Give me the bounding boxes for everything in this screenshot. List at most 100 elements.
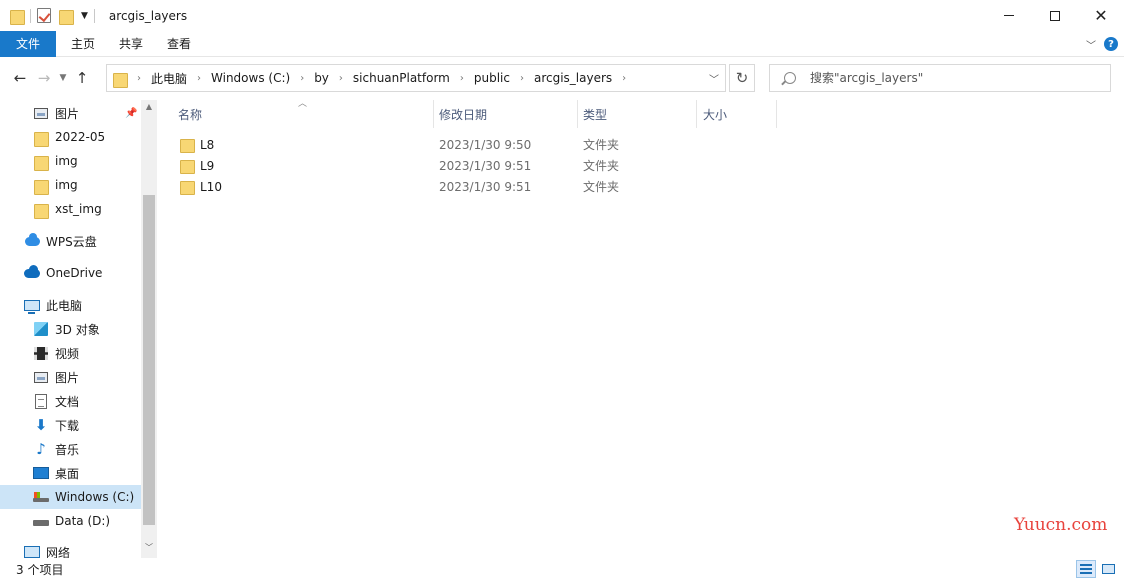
file-name-cell: L10: [180, 176, 222, 197]
sidebar-item-label: 图片: [55, 370, 80, 385]
3d-objects-icon: [33, 321, 49, 337]
view-switcher: [1076, 558, 1118, 580]
wps-cloud-icon: [24, 232, 40, 249]
table-row[interactable]: L9 2023/1/30 9:51 文件夹: [160, 155, 1124, 176]
forward-button[interactable]: →: [33, 66, 55, 90]
minimize-button[interactable]: [986, 0, 1032, 31]
column-header-name[interactable]: 名称: [178, 100, 202, 128]
chevron-right-icon[interactable]: ›: [520, 73, 524, 84]
large-icons-view-icon: [1101, 564, 1115, 574]
scroll-down-icon[interactable]: ﹀: [141, 542, 157, 556]
breadcrumb-item[interactable]: public: [474, 71, 510, 85]
sidebar-item-label: WPS云盘: [46, 234, 97, 249]
sort-ascending-icon: ︿: [298, 99, 308, 109]
desktop-icon: [33, 465, 49, 481]
sidebar-item-label: Data (D:): [55, 514, 111, 528]
large-icons-view-button[interactable]: [1098, 560, 1118, 578]
sidebar-item-videos[interactable]: 视频: [0, 341, 141, 365]
file-modified: 2023/1/30 9:50: [439, 137, 532, 152]
details-view-button[interactable]: [1076, 560, 1096, 578]
sidebar-item-data-d[interactable]: Data (D:): [0, 509, 141, 533]
tab-home[interactable]: 主页: [59, 31, 107, 57]
scroll-up-icon[interactable]: ▲: [141, 102, 157, 114]
expand-ribbon-icon[interactable]: ﹀: [1086, 37, 1096, 52]
breadcrumb-item[interactable]: arcgis_layers: [534, 71, 612, 85]
tab-file[interactable]: 文件: [0, 30, 56, 57]
folder-icon: [180, 180, 195, 195]
breadcrumb-item[interactable]: by: [314, 71, 329, 85]
quick-access-toolbar: ▼: [0, 0, 101, 31]
pin-icon: 📌: [125, 107, 138, 119]
sidebar-item-windows-c[interactable]: Windows (C:): [0, 485, 141, 509]
search-box[interactable]: [769, 64, 1111, 92]
sidebar-item-pictures[interactable]: 图片: [0, 365, 141, 389]
network-icon: [24, 544, 40, 558]
folder-icon: [180, 138, 195, 153]
column-header-size[interactable]: 大小: [703, 100, 727, 128]
back-button[interactable]: ←: [9, 66, 31, 90]
sidebar-item-downloads[interactable]: ⬇ 下载: [0, 413, 141, 437]
address-bar[interactable]: › 此电脑 › Windows (C:) › by › sichuanPlatf…: [106, 64, 726, 92]
sidebar-item-wps-cloud[interactable]: WPS云盘: [0, 229, 141, 253]
sidebar-item-music[interactable]: ♪ 音乐: [0, 437, 141, 461]
help-icon[interactable]: ?: [1104, 37, 1118, 51]
sidebar-item-label: 3D 对象: [55, 322, 100, 337]
table-row[interactable]: L8 2023/1/30 9:50 文件夹: [160, 134, 1124, 155]
column-divider[interactable]: [776, 100, 777, 128]
scrollbar-thumb[interactable]: [143, 195, 155, 525]
sidebar-item-img-2[interactable]: img: [0, 173, 141, 197]
column-header-modified[interactable]: 修改日期: [439, 100, 487, 128]
chevron-right-icon: ›: [137, 72, 141, 84]
column-divider[interactable]: [577, 100, 578, 128]
customize-toolbar-dropdown-icon[interactable]: ▼: [81, 11, 88, 21]
table-row[interactable]: L10 2023/1/30 9:51 文件夹: [160, 176, 1124, 197]
ribbon-controls: ﹀ ?: [1086, 31, 1118, 57]
sidebar-item-label: 下载: [55, 418, 80, 433]
sidebar-item-documents[interactable]: 文档: [0, 389, 141, 413]
tab-view[interactable]: 查看: [155, 31, 203, 57]
sidebar-item-label: img: [55, 178, 78, 192]
sidebar-item-network[interactable]: 网络: [0, 540, 141, 558]
address-history-dropdown-icon[interactable]: ﹀: [709, 71, 719, 86]
column-header-type[interactable]: 类型: [583, 100, 607, 128]
sidebar-item-xst-img[interactable]: xst_img: [0, 197, 141, 221]
column-divider[interactable]: [696, 100, 697, 128]
sidebar-item-label: xst_img: [55, 202, 102, 216]
sidebar-item-desktop[interactable]: 桌面: [0, 461, 141, 485]
window-title: arcgis_layers: [108, 8, 188, 23]
folder-icon: [10, 8, 25, 25]
music-icon: ♪: [36, 439, 46, 458]
title-bar: ▼ arcgis_layers ✕: [0, 0, 1124, 31]
recent-locations-button[interactable]: ▼: [55, 66, 71, 90]
new-folder-icon[interactable]: [59, 8, 74, 25]
chevron-right-icon[interactable]: ›: [300, 73, 304, 84]
chevron-right-icon[interactable]: ›: [197, 73, 201, 84]
sidebar-item-label: 图片: [55, 106, 80, 121]
breadcrumb-item[interactable]: Windows (C:): [211, 71, 290, 85]
videos-icon: [33, 345, 49, 361]
close-button[interactable]: ✕: [1078, 0, 1124, 31]
tab-share[interactable]: 共享: [107, 31, 155, 57]
chevron-right-icon[interactable]: ›: [622, 73, 626, 84]
sidebar-item-label: Windows (C:): [55, 490, 135, 504]
sidebar-item-img[interactable]: img: [0, 149, 141, 173]
up-button[interactable]: ↑: [71, 66, 93, 90]
sidebar-item-onedrive[interactable]: OneDrive: [0, 261, 141, 285]
chevron-right-icon[interactable]: ›: [460, 73, 464, 84]
breadcrumb-item[interactable]: sichuanPlatform: [353, 71, 450, 85]
divider: [30, 8, 31, 23]
sidebar-item-label: 此电脑: [46, 298, 83, 313]
ribbon-tabs: 文件 主页 共享 查看 ﹀ ?: [0, 30, 1124, 57]
sidebar-item-3d-objects[interactable]: 3D 对象: [0, 317, 141, 341]
properties-icon[interactable]: [37, 8, 51, 23]
breadcrumb-item[interactable]: 此电脑: [151, 70, 187, 87]
sidebar-scrollbar[interactable]: ▲ ﹀: [141, 100, 157, 558]
sidebar-item-this-pc[interactable]: 此电脑: [0, 293, 141, 317]
column-divider[interactable]: [433, 100, 434, 128]
sidebar-item-2022-05[interactable]: 2022-05: [0, 125, 141, 149]
maximize-button[interactable]: [1032, 0, 1078, 31]
refresh-button[interactable]: ↻: [729, 64, 755, 92]
chevron-right-icon[interactable]: ›: [339, 73, 343, 84]
sidebar-item-pictures-pinned[interactable]: 图片 📌: [0, 101, 141, 125]
search-input[interactable]: [810, 71, 1110, 85]
